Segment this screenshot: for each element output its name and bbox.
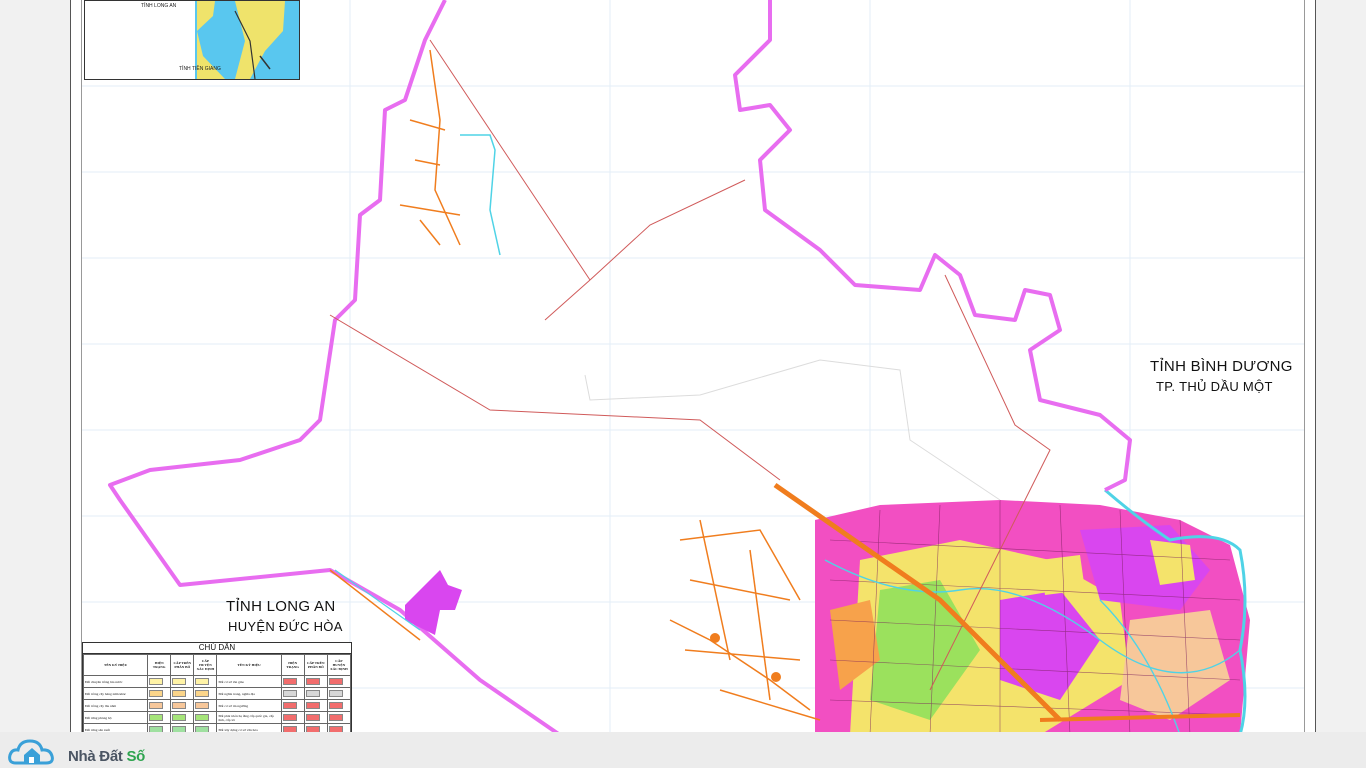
legend-swatch-determined (193, 699, 218, 712)
legend-rows: Đất chuyên trồng lúa nước Đất cơ sở tôn g… (83, 675, 351, 736)
legend-row: Đất trồng cây lâu năm Đất cơ sở tín ngưỡn… (83, 699, 351, 712)
legend-swatch (172, 690, 187, 697)
inset-location-map[interactable]: TỈNH LONG AN TỈNH TIỀN GIANG (84, 0, 300, 80)
legend-item-right: Đất cơ sở tôn giáo (216, 675, 282, 688)
legend-swatch (328, 690, 343, 697)
legend-swatch-determined (193, 675, 218, 688)
legend-header-allocated-2: CẤP TRÊN PHÂN BỔ (303, 654, 328, 676)
brand-name-part2: Số (126, 748, 146, 765)
label-binh-duong: TỈNH BÌNH DƯƠNG (1150, 358, 1293, 375)
legend-item-right: Đất nghĩa trang, nghĩa địa (216, 687, 282, 700)
legend-swatch-allocated-2 (303, 675, 328, 688)
legend-item-left: Đất trồng cây lâu năm (83, 699, 149, 712)
legend-swatch (195, 702, 210, 709)
legend-swatch-allocated-2 (303, 699, 328, 712)
legend-swatch-current (147, 687, 172, 700)
legend-swatch-current-2 (280, 675, 305, 688)
legend-swatch-current (147, 675, 172, 688)
legend-row: Đất chuyên trồng lúa nước Đất cơ sở tôn g… (83, 675, 351, 688)
long-an-border-road (334, 569, 421, 631)
legend-row: Đất trồng cây hàng năm khác Đất nghĩa tra… (83, 687, 351, 700)
legend-swatch (305, 690, 320, 697)
legend-header-determined-2: CẤP HUYỆN XÁC ĐỊNH (326, 654, 351, 676)
legend-item-left: Đất rừng phòng hộ (83, 711, 149, 724)
legend-swatch (328, 702, 343, 709)
legend-swatch (328, 714, 343, 721)
roundabout-1 (710, 633, 720, 643)
legend-item-left: Đất trồng cây hàng năm khác (83, 687, 149, 700)
legend-swatch-current (147, 699, 172, 712)
legend-swatch (195, 690, 210, 697)
legend-swatch (172, 714, 187, 721)
legend-item-left: Đất chuyên trồng lúa nước (83, 675, 149, 688)
legend-swatch (282, 702, 297, 709)
legend-swatch (149, 714, 164, 721)
legend-header-name: TÊN KÝ HIỆU (83, 654, 149, 676)
urban-landuse-area[interactable] (815, 500, 1250, 735)
label-long-an: TỈNH LONG AN (226, 598, 336, 615)
legend-swatch (149, 678, 164, 685)
legend-swatch (149, 690, 164, 697)
legend-swatch (195, 678, 210, 685)
legend-swatch (282, 714, 297, 721)
legend-swatch (305, 714, 320, 721)
legend-swatch (172, 678, 187, 685)
brand-name[interactable]: Nhà Đất Số (68, 748, 145, 765)
legend-swatch (195, 714, 210, 721)
legend-header-determined: CẤP HUYỆN XÁC ĐỊNH (193, 654, 218, 676)
label-duc-hoa: HUYỆN ĐỨC HÒA (228, 619, 343, 634)
legend-swatch (305, 678, 320, 685)
legend-swatch-allocated (170, 675, 195, 688)
legend-swatch (305, 702, 320, 709)
legend-swatch-current-2 (280, 711, 305, 724)
legend-swatch-determined-2 (326, 699, 351, 712)
inset-label-long-an: TỈNH LONG AN (141, 3, 177, 9)
legend-swatch-allocated-2 (303, 687, 328, 700)
map-legend[interactable]: CHÚ DẪN TÊN KÝ HIỆU HIỆN TRẠNG CẤP TRÊN … (82, 642, 352, 737)
district-boundary (733, 0, 1132, 492)
north-canal (460, 134, 501, 256)
legend-swatch-allocated (170, 711, 195, 724)
legend-swatch-determined-2 (326, 687, 351, 700)
legend-swatch (328, 678, 343, 685)
label-thu-dau-mot: TP. THỦ DẦU MỘT (1156, 379, 1273, 394)
legend-row: Đất rừng phòng hộ Đất phát triển hạ tầng … (83, 711, 351, 724)
legend-swatch-allocated (170, 687, 195, 700)
legend-header-name-2: TÊN KÝ HIỆU (216, 654, 282, 676)
footer-bar (0, 732, 1366, 768)
legend-item-right: Đất phát triển hạ tầng cấp quốc gia, cấp… (216, 711, 282, 724)
west-urban-roads (669, 519, 821, 721)
legend-swatch-allocated (170, 699, 195, 712)
legend-swatch (172, 702, 187, 709)
legend-title: CHÚ DẪN (83, 643, 351, 654)
north-settlement-roads (399, 49, 461, 246)
legend-header-current-2: HIỆN TRẠNG (280, 654, 305, 676)
legend-swatch (149, 702, 164, 709)
legend-swatch-current-2 (280, 687, 305, 700)
legend-swatch-determined-2 (326, 675, 351, 688)
legend-header-current: HIỆN TRẠNG (147, 654, 172, 676)
legend-swatch-determined (193, 711, 218, 724)
brand-name-part1: Nhà Đất (68, 748, 127, 765)
legend-swatch-determined (193, 687, 218, 700)
legend-swatch-current-2 (280, 699, 305, 712)
inset-label-tien-giang: TỈNH TIỀN GIANG (179, 66, 221, 72)
legend-swatch-allocated-2 (303, 711, 328, 724)
legend-item-right: Đất cơ sở tín ngưỡng (216, 699, 282, 712)
legend-header-allocated: CẤP TRÊN PHÂN BỔ (170, 654, 195, 676)
legend-swatch-current (147, 711, 172, 724)
legend-swatch-determined-2 (326, 711, 351, 724)
legend-table: TÊN KÝ HIỆU HIỆN TRẠNG CẤP TRÊN PHÂN BỔ … (83, 654, 351, 736)
roundabout-2 (771, 672, 781, 682)
legend-swatch (282, 678, 297, 685)
legend-header-row: TÊN KÝ HIỆU HIỆN TRẠNG CẤP TRÊN PHÂN BỔ … (83, 654, 351, 676)
legend-swatch (282, 690, 297, 697)
cloud-house-icon[interactable] (8, 733, 68, 767)
